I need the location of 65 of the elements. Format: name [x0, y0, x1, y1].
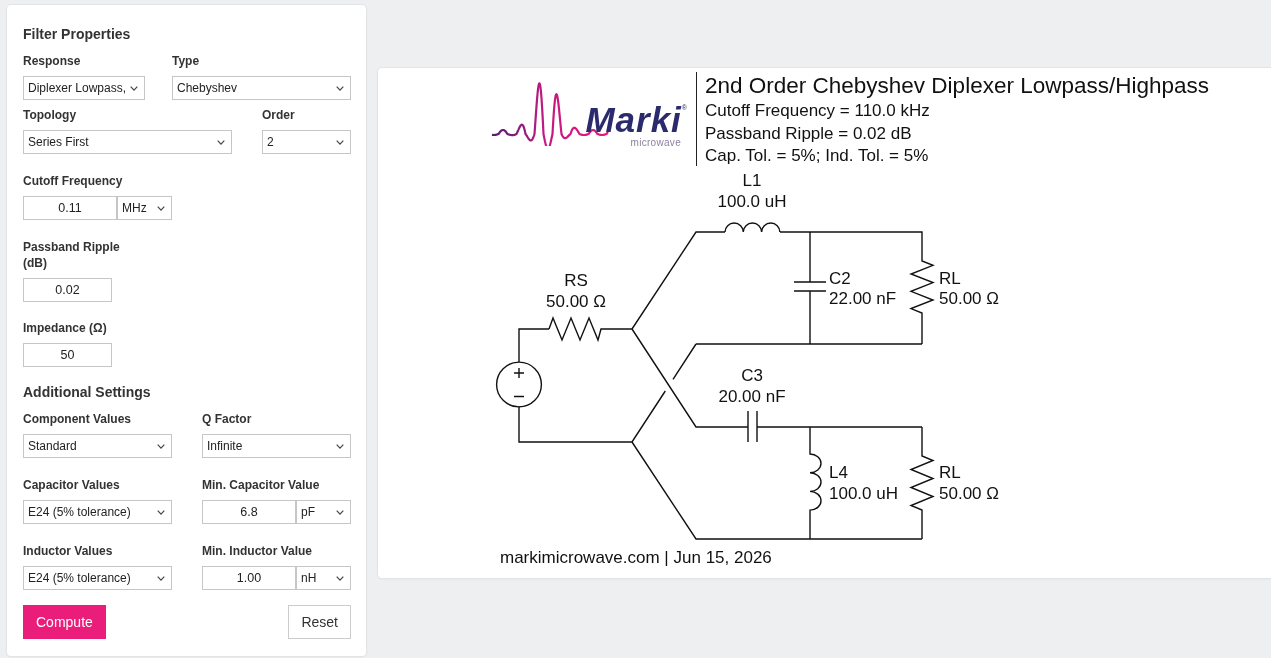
chevron-down-icon: [157, 205, 165, 211]
compute-button[interactable]: Compute: [23, 605, 106, 639]
chevron-down-icon: [336, 443, 344, 449]
schematic-detail: Cap. Tol. = 5%; Ind. Tol. = 5%: [705, 145, 930, 167]
chevron-down-icon: [336, 509, 344, 515]
number-field[interactable]: 1.00: [202, 566, 296, 590]
dropdown[interactable]: Infinite: [202, 434, 351, 458]
chevron-down-icon: [157, 443, 165, 449]
number-field[interactable]: 6.8: [202, 500, 296, 524]
component-value: 50.00 Ω: [939, 483, 999, 503]
component-label: L4: [829, 462, 848, 482]
dropdown[interactable]: Chebyshev: [172, 76, 351, 100]
reset-button[interactable]: Reset: [288, 605, 351, 639]
field-label: Inductor Values: [23, 543, 113, 559]
component-value: 100.0 uH: [717, 191, 787, 211]
chevron-down-icon: [217, 139, 225, 145]
component-label: C3: [741, 365, 763, 385]
unit-dropdown[interactable]: nH: [296, 566, 351, 590]
field-label: Min. Capacitor Value: [202, 477, 320, 493]
field-label: Cutoff Frequency: [23, 173, 123, 189]
dropdown[interactable]: Diplexer Lowpass,: [23, 76, 145, 100]
section-title: Filter Properties: [23, 26, 132, 43]
component-value: 50.00 Ω: [939, 288, 999, 308]
chevron-down-icon: [336, 575, 344, 581]
field-label: Impedance (Ω): [23, 320, 107, 336]
component-label: RS: [564, 270, 588, 290]
field-label: Response: [23, 53, 81, 69]
chevron-down-icon: [336, 139, 344, 145]
dropdown[interactable]: Standard: [23, 434, 172, 458]
component-value: 20.00 nF: [718, 386, 786, 406]
dropdown[interactable]: E24 (5% tolerance): [23, 500, 172, 524]
field-label: Passband Ripple (dB): [23, 239, 121, 271]
number-field[interactable]: 50: [23, 343, 112, 367]
footer-text: markimicrowave.com | Jun 15, 2026: [500, 548, 772, 568]
field-label: Component Values: [23, 411, 132, 427]
field-label: Min. Inductor Value: [202, 543, 312, 559]
component-label: L1: [742, 170, 762, 190]
unit-dropdown[interactable]: pF: [296, 500, 351, 524]
dropdown[interactable]: 2: [262, 130, 351, 154]
schematic-detail: Passband Ripple = 0.02 dB: [705, 122, 913, 145]
field-label: Q Factor: [202, 411, 252, 427]
logo-tagline: microwave: [630, 137, 681, 149]
component-label: C2: [829, 268, 851, 288]
number-field[interactable]: 0.02: [23, 278, 112, 302]
logo-wordmark: Marki$^{®}$: [585, 99, 687, 137]
component-label: RL: [939, 462, 961, 482]
dropdown[interactable]: E24 (5% tolerance): [23, 566, 172, 590]
field-label: Type: [172, 53, 200, 69]
field-label: Order: [262, 107, 295, 123]
chevron-down-icon: [336, 85, 344, 91]
number-field[interactable]: 0.11: [23, 196, 117, 220]
component-label: RL: [939, 268, 961, 288]
field-label: Capacitor Values: [23, 477, 120, 493]
section-title: Additional Settings: [23, 384, 152, 401]
component-value: 100.0 uH: [829, 483, 898, 503]
chevron-down-icon: [130, 85, 138, 91]
component-value: 50.00 Ω: [546, 291, 606, 311]
schematic-detail: Cutoff Frequency = 110.0 kHz: [705, 100, 931, 122]
component-value: 22.00 nF: [829, 288, 897, 308]
chevron-down-icon: [157, 575, 165, 581]
chevron-down-icon: [157, 509, 165, 515]
dropdown[interactable]: Series First: [23, 130, 232, 154]
field-label: Topology: [23, 107, 77, 123]
schematic-title: 2nd Order Chebyshev Diplexer Lowpass/Highpass: [705, 72, 1209, 100]
unit-dropdown[interactable]: MHz: [117, 196, 172, 220]
